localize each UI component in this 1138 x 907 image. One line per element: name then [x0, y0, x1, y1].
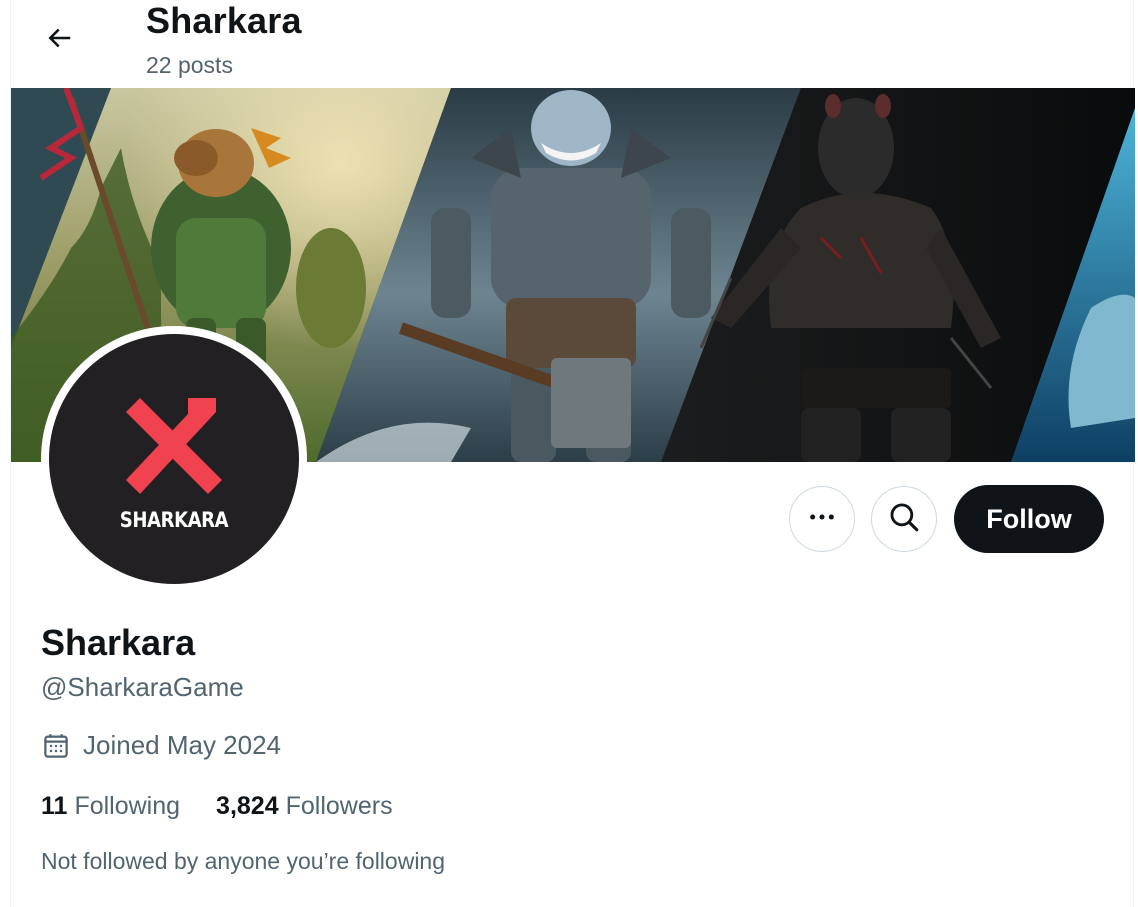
- profile-header-bar: Sharkara 22 posts: [11, 0, 1135, 88]
- sharkara-logo-icon: [126, 398, 222, 494]
- following-count: 11: [41, 792, 68, 820]
- follow-stats: 11 Following 3,824 Followers: [41, 792, 429, 821]
- followers-count: 3,824: [216, 792, 279, 820]
- profile-page: Sharkara 22 posts SHARKARA Follow Sharka…: [10, 0, 1135, 907]
- search-icon: [887, 500, 921, 539]
- calendar-icon: [41, 731, 71, 761]
- profile-name: Sharkara: [41, 622, 196, 663]
- avatar: SHARKARA: [49, 334, 299, 584]
- followers-link[interactable]: 3,824 Followers: [216, 792, 393, 821]
- arrow-left-icon: [44, 23, 74, 58]
- header-title: Sharkara: [146, 0, 302, 41]
- more-horizontal-icon: [806, 501, 838, 538]
- profile-avatar[interactable]: SHARKARA: [41, 326, 307, 592]
- follow-button[interactable]: Follow: [954, 485, 1104, 553]
- joined-date-row: Joined May 2024: [41, 730, 281, 761]
- following-label: Following: [74, 792, 181, 820]
- following-link[interactable]: 11 Following: [41, 792, 180, 821]
- back-button[interactable]: [39, 20, 79, 60]
- followers-label: Followers: [285, 792, 393, 820]
- not-followed-note: Not followed by anyone you’re following: [41, 848, 446, 874]
- search-profile-button[interactable]: [871, 486, 937, 552]
- joined-text: Joined May 2024: [83, 730, 282, 760]
- more-button[interactable]: [789, 486, 855, 552]
- avatar-logo-text: SHARKARA: [119, 508, 229, 532]
- profile-handle: @SharkaraGame: [41, 672, 244, 702]
- post-count: 22 posts: [146, 52, 233, 78]
